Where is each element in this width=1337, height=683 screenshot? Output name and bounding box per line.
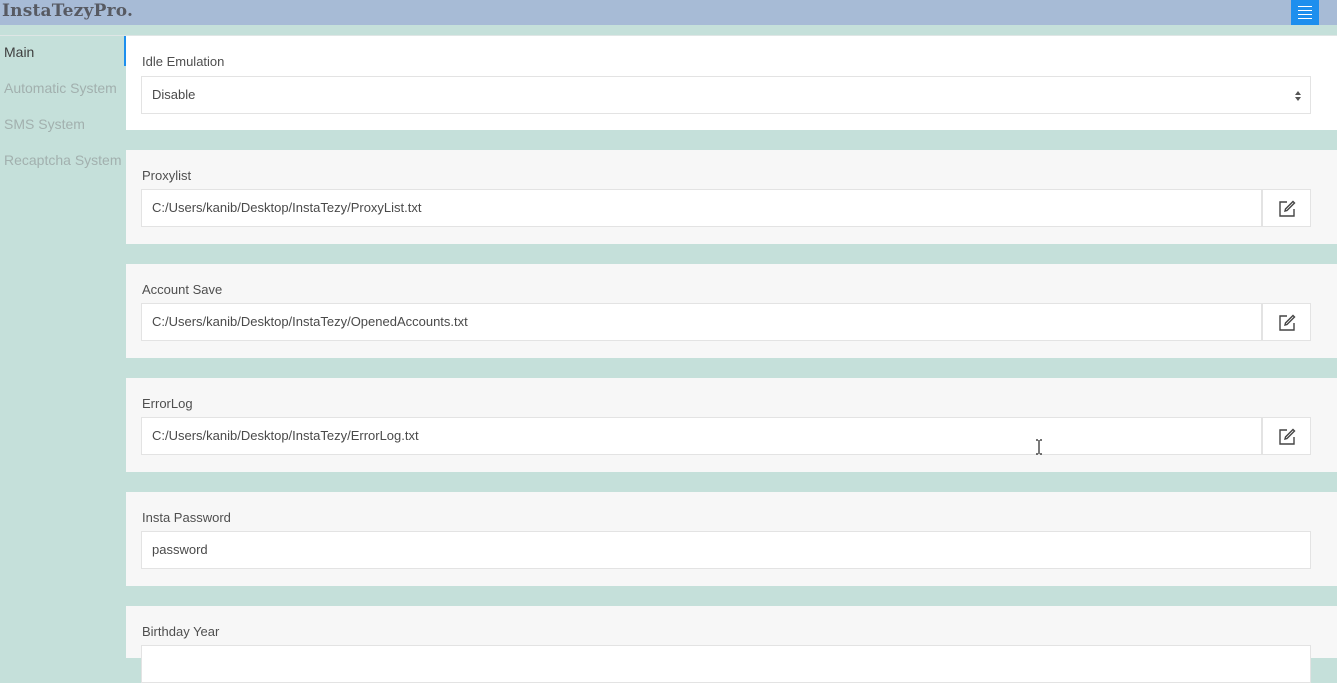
account-save-input[interactable]: C:/Users/kanib/Desktop/InstaTezy/OpenedA… [141,303,1262,341]
sidebar-item-automatic-system[interactable]: Automatic System [4,80,117,96]
text-cursor-icon [1036,439,1042,455]
sidebar-item-recaptcha-system[interactable]: Recaptcha System [4,152,122,168]
error-log-card: ErrorLog C:/Users/kanib/Desktop/InstaTez… [126,378,1337,472]
error-log-label: ErrorLog [142,396,193,411]
account-save-edit-button[interactable] [1262,303,1311,341]
sidebar: Main Automatic System SMS System Recaptc… [0,36,125,658]
error-log-edit-button[interactable] [1262,417,1311,455]
proxylist-card: Proxylist C:/Users/kanib/Desktop/InstaTe… [126,150,1337,244]
proxylist-label: Proxylist [142,168,192,183]
idle-emulation-select[interactable]: Disable [141,76,1311,114]
menu-button[interactable] [1291,0,1319,25]
edit-icon [1279,428,1296,445]
birthday-year-input[interactable] [141,645,1311,683]
idle-emulation-value: Disable [152,87,196,102]
insta-password-input[interactable]: password [141,531,1311,569]
account-save-card: Account Save C:/Users/kanib/Desktop/Inst… [126,264,1337,358]
sidebar-item-sms-system[interactable]: SMS System [4,116,85,132]
top-bar: InstaTezyPro. [0,0,1337,25]
error-log-input[interactable]: C:/Users/kanib/Desktop/InstaTezy/ErrorLo… [141,417,1262,455]
edit-icon [1279,200,1296,217]
proxylist-edit-button[interactable] [1262,189,1311,227]
proxylist-input[interactable]: C:/Users/kanib/Desktop/InstaTezy/ProxyLi… [141,189,1262,227]
idle-emulation-card: Idle Emulation Disable [126,36,1337,130]
birthday-year-card: Birthday Year [126,606,1337,683]
sidebar-item-main[interactable]: Main [4,44,34,60]
insta-password-label: Insta Password [142,510,231,525]
edit-icon [1279,314,1296,331]
birthday-year-label: Birthday Year [142,624,220,639]
select-arrows-icon [1295,91,1301,101]
idle-emulation-label: Idle Emulation [142,54,225,69]
account-save-label: Account Save [142,282,223,297]
app-title: InstaTezyPro. [2,1,134,21]
insta-password-card: Insta Password password [126,492,1337,586]
